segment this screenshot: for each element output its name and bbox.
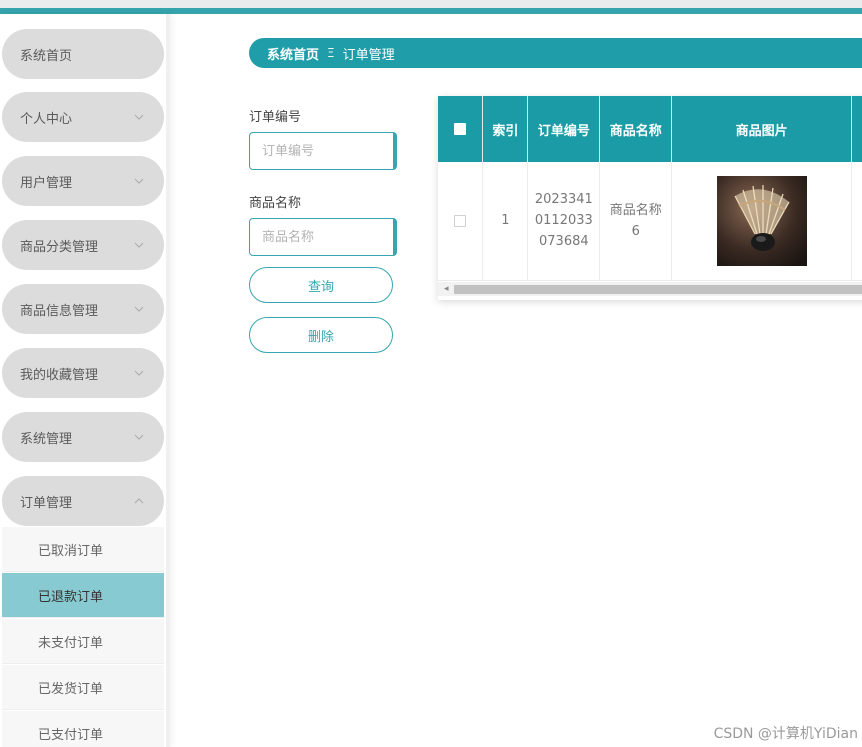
header-product-name[interactable]: 商品名称 bbox=[599, 96, 673, 162]
sidebar-item-label: 商品分类管理 bbox=[20, 239, 99, 255]
product-name-label: 商品名称 bbox=[249, 196, 302, 211]
submenu-item-label: 已取消订单 bbox=[38, 543, 104, 559]
sidebar-item-user-management[interactable]: 用户管理 bbox=[2, 156, 164, 206]
shuttlecock-product-image[interactable] bbox=[716, 175, 807, 266]
chevron-up-icon bbox=[132, 494, 146, 508]
sidebar-item-label: 系统首页 bbox=[20, 48, 73, 64]
header-select-all[interactable] bbox=[438, 96, 484, 162]
chevron-down-icon bbox=[132, 302, 146, 316]
scrollbar-thumb[interactable] bbox=[454, 285, 862, 294]
sidebar-item-label: 商品信息管理 bbox=[20, 303, 99, 319]
submenu-item-paid-orders[interactable]: 已支付订单 bbox=[2, 711, 164, 747]
row-checkbox[interactable] bbox=[454, 214, 467, 227]
query-button[interactable]: 查询 bbox=[249, 267, 393, 303]
chevron-down-icon bbox=[132, 366, 146, 380]
submenu-item-label: 已退款订单 bbox=[38, 589, 104, 605]
chevron-down-icon bbox=[132, 238, 146, 252]
submenu-item-refunded-orders[interactable]: 已退款订单 bbox=[2, 573, 164, 618]
chevron-down-icon bbox=[132, 430, 146, 444]
product-name-line: 商品名称 bbox=[609, 202, 662, 218]
submenu-item-unpaid-orders[interactable]: 未支付订单 bbox=[2, 619, 164, 664]
sidebar-item-label: 个人中心 bbox=[20, 111, 73, 127]
order-no-label: 订单编号 bbox=[249, 110, 302, 125]
order-no-line: 2023341 bbox=[534, 192, 593, 208]
submenu-item-label: 未支付订单 bbox=[38, 635, 104, 651]
submenu-item-cancelled-orders[interactable]: 已取消订单 bbox=[2, 527, 164, 572]
sidebar-item-favorites-management[interactable]: 我的收藏管理 bbox=[2, 348, 164, 398]
scroll-left-arrow-icon[interactable]: ◂ bbox=[444, 284, 449, 294]
orders-table: 索引 订单编号 商品名称 商品图片 1 2023341 0112033 0736… bbox=[438, 96, 862, 300]
sidebar: 系统首页 个人中心 用户管理 商品分类管理 商品信息管理 我的收藏管理 系统管理 bbox=[0, 14, 170, 747]
breadcrumb-home-link[interactable]: 系统首页 bbox=[267, 44, 319, 63]
row-product-image-cell bbox=[671, 162, 852, 281]
row-overflow-cell bbox=[851, 162, 862, 281]
breadcrumb-current: 订单管理 bbox=[342, 47, 395, 63]
top-accent-bar bbox=[0, 0, 862, 14]
sidebar-item-label: 订单管理 bbox=[20, 495, 73, 511]
submenu-item-shipped-orders[interactable]: 已发货订单 bbox=[2, 665, 164, 710]
sidebar-item-category-management[interactable]: 商品分类管理 bbox=[2, 220, 164, 270]
product-name-input[interactable] bbox=[249, 218, 397, 256]
product-name-line: 6 bbox=[631, 223, 640, 239]
sidebar-item-product-management[interactable]: 商品信息管理 bbox=[2, 284, 164, 334]
sidebar-item-home[interactable]: 系统首页 bbox=[2, 29, 164, 79]
sidebar-item-label: 用户管理 bbox=[20, 175, 73, 191]
breadcrumb-separator-icon: Ξ bbox=[327, 46, 335, 60]
sidebar-item-personal-center[interactable]: 个人中心 bbox=[2, 92, 164, 142]
sidebar-item-label: 我的收藏管理 bbox=[20, 367, 99, 383]
submenu-item-label: 已支付订单 bbox=[38, 727, 104, 743]
breadcrumb: 系统首页 Ξ 订单管理 bbox=[249, 38, 862, 68]
row-product-name: 商品名称 6 bbox=[599, 162, 673, 281]
header-index[interactable]: 索引 bbox=[482, 96, 529, 162]
row-order-no: 2023341 0112033 073684 bbox=[527, 162, 601, 281]
header-order-no[interactable]: 订单编号 bbox=[527, 96, 601, 162]
order-no-line: 073684 bbox=[539, 234, 589, 250]
order-no-line: 0112033 bbox=[534, 213, 593, 229]
row-select-cell[interactable] bbox=[438, 162, 484, 281]
sidebar-item-order-management[interactable]: 订单管理 bbox=[2, 476, 164, 526]
delete-button[interactable]: 删除 bbox=[249, 317, 393, 353]
table-header-row: 索引 订单编号 商品名称 商品图片 bbox=[438, 96, 862, 162]
chevron-down-icon bbox=[132, 110, 146, 124]
submenu-item-label: 已发货订单 bbox=[38, 681, 104, 697]
select-all-checkbox[interactable] bbox=[454, 123, 467, 135]
chevron-down-icon bbox=[132, 174, 146, 188]
order-no-input[interactable] bbox=[249, 132, 397, 170]
header-product-image[interactable]: 商品图片 bbox=[671, 96, 852, 162]
sidebar-item-label: 系统管理 bbox=[20, 431, 73, 447]
watermark: CSDN @计算机YiDian bbox=[713, 726, 858, 742]
row-index: 1 bbox=[482, 162, 529, 281]
table-row[interactable]: 1 2023341 0112033 073684 商品名称 6 bbox=[438, 162, 862, 281]
header-overflow bbox=[851, 96, 862, 162]
sidebar-item-system-management[interactable]: 系统管理 bbox=[2, 412, 164, 462]
horizontal-scrollbar[interactable]: ◂ bbox=[438, 282, 862, 296]
